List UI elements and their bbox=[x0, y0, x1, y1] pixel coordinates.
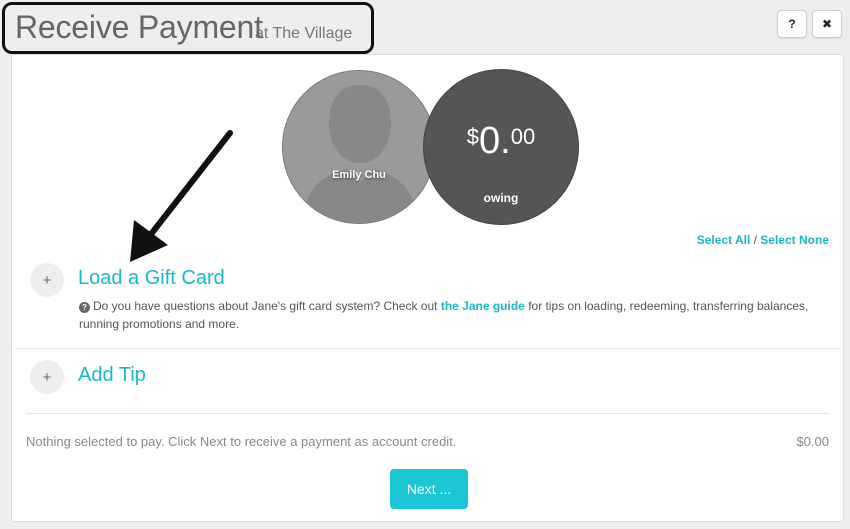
page-title: Receive Payment bbox=[15, 9, 263, 45]
payment-panel: Emily Chu $0.00 owing Select All / Selec… bbox=[11, 54, 844, 522]
tip-title[interactable]: Add Tip bbox=[78, 364, 146, 387]
patient-avatar[interactable]: Emily Chu bbox=[282, 70, 436, 224]
next-button[interactable]: Next ... bbox=[390, 469, 468, 509]
payment-total: $0.00 bbox=[796, 434, 829, 449]
tip-expand-button[interactable]: + bbox=[30, 360, 64, 394]
balance-label: owing bbox=[483, 191, 519, 205]
question-circle-icon: ? bbox=[79, 302, 90, 313]
footer-divider bbox=[26, 413, 829, 414]
jane-guide-link[interactable]: the Jane guide bbox=[441, 299, 525, 313]
selection-separator: / bbox=[750, 233, 761, 247]
payment-status-text: Nothing selected to pay. Click Next to r… bbox=[26, 434, 457, 449]
selection-controls: Select All / Select None bbox=[697, 233, 829, 247]
balance-amount: $0.00 bbox=[424, 120, 578, 163]
gift-card-help-text: ? Do you have questions about Jane's gift… bbox=[79, 297, 824, 333]
help-prefix: Do you have questions about Jane's gift … bbox=[93, 299, 441, 313]
balance-cents: 00 bbox=[510, 124, 536, 149]
person-silhouette-icon bbox=[283, 71, 435, 223]
section-divider bbox=[15, 348, 840, 349]
gift-card-expand-button[interactable]: + bbox=[30, 263, 64, 297]
select-none-link[interactable]: Select None bbox=[760, 233, 829, 247]
page-subtitle: at The Village bbox=[255, 25, 353, 42]
balance-dollars: 0. bbox=[479, 120, 511, 162]
help-button[interactable]: ? bbox=[777, 10, 807, 38]
balance-circle: $0.00 owing bbox=[423, 69, 579, 225]
select-all-link[interactable]: Select All bbox=[697, 233, 751, 247]
balance-currency: $ bbox=[466, 124, 480, 149]
close-button[interactable]: ✖ bbox=[812, 10, 842, 38]
gift-card-title[interactable]: Load a Gift Card bbox=[78, 267, 225, 290]
page-title-highlight: Receive Payment at The Village bbox=[2, 2, 374, 54]
patient-name: Emily Chu bbox=[332, 169, 386, 181]
